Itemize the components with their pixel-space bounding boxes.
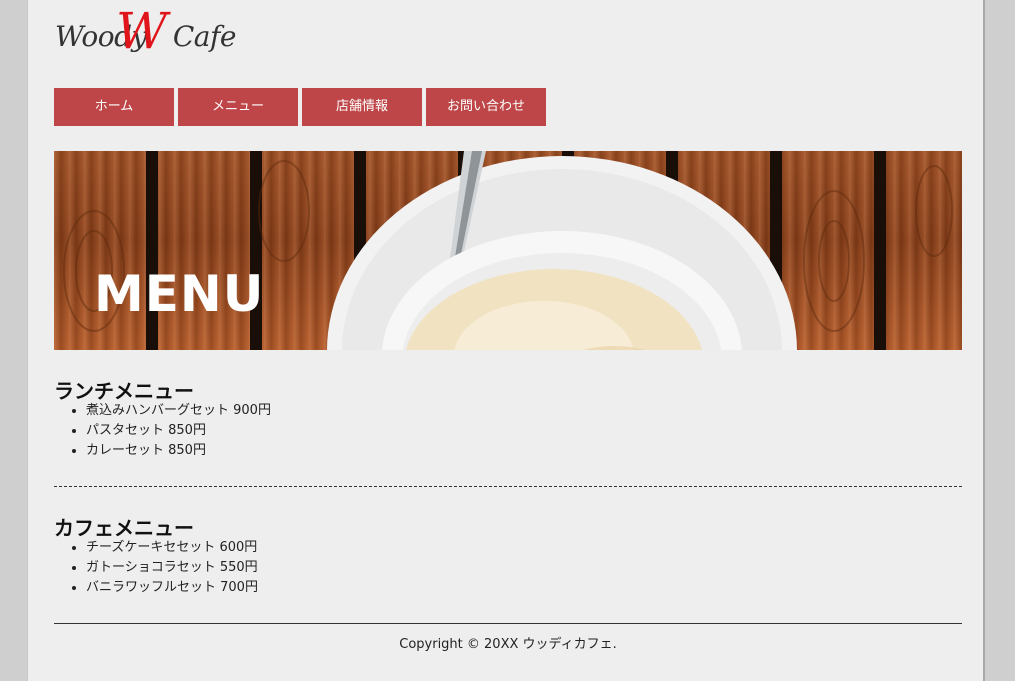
nav-contact[interactable]: お問い合わせ — [426, 88, 546, 126]
hero-banner: MENU — [54, 151, 962, 350]
list-item: バニラワッフルセット 700円 — [86, 578, 258, 598]
site-logo[interactable]: Woody Cafe W — [54, 6, 236, 68]
list-item: 煮込みハンバーグセット 900円 — [86, 401, 271, 421]
logo-text-right: Cafe — [172, 20, 237, 53]
list-item: カレーセット 850円 — [86, 441, 271, 461]
footer-copyright: Copyright © 20XX ウッディカフェ. — [399, 637, 617, 652]
nav-shop-info[interactable]: 店舗情報 — [302, 88, 422, 126]
cafe-menu-heading: カフェメニュー — [54, 516, 194, 540]
nav-home[interactable]: ホーム — [54, 88, 174, 126]
list-item: パスタセット 850円 — [86, 421, 271, 441]
page-container: Woody Cafe W ホーム メニュー 店舗情報 お問い合わせ MENU ラ… — [27, 0, 985, 681]
lunch-menu-heading: ランチメニュー — [54, 379, 194, 403]
logo-w-mark: W — [116, 2, 168, 60]
list-item: ガトーショコラセット 550円 — [86, 558, 258, 578]
nav-menu[interactable]: メニュー — [178, 88, 298, 126]
cafe-menu-list: チーズケーキセセット 600円 ガトーショコラセット 550円 バニラワッフルセ… — [66, 538, 258, 598]
global-nav: ホーム メニュー 店舗情報 お問い合わせ — [54, 88, 550, 126]
lunch-menu-list: 煮込みハンバーグセット 900円 パスタセット 850円 カレーセット 850円 — [66, 401, 271, 461]
hero-title: MENU — [94, 265, 265, 323]
footer-divider — [54, 623, 962, 624]
list-item: チーズケーキセセット 600円 — [86, 538, 258, 558]
section-divider — [54, 486, 962, 487]
